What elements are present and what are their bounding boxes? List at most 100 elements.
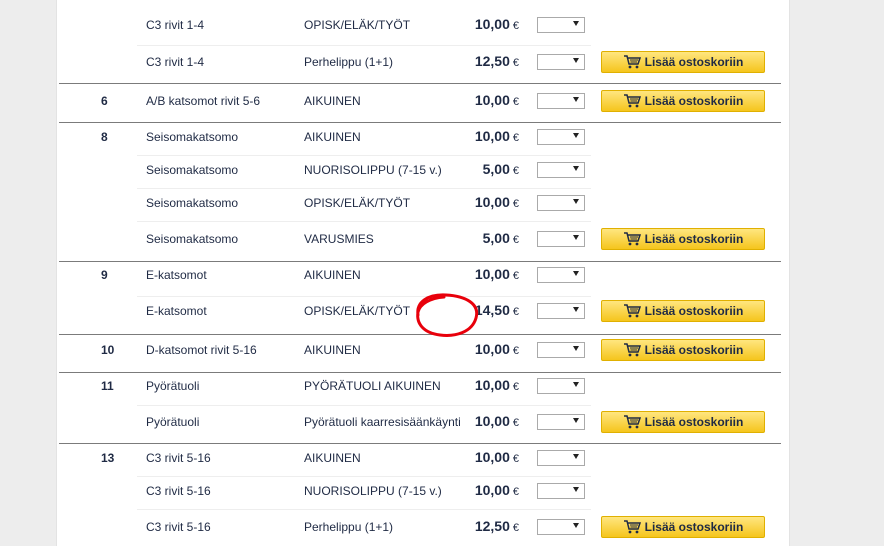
add-to-cart-button[interactable]: Lisää ostoskoriin: [601, 228, 765, 250]
ticket-type: AIKUINEN: [304, 130, 361, 144]
ticket-price: 10,00 €: [475, 194, 519, 212]
ticket-price: 10,00 €: [475, 377, 519, 395]
price-value: 10,00: [474, 413, 510, 429]
price-value: 5,00: [482, 230, 510, 246]
quantity-select[interactable]: [537, 17, 585, 33]
ticket-type: NUORISOLIPPU (7-15 v.): [304, 484, 442, 498]
add-to-cart-label: Lisää ostoskoriin: [644, 520, 744, 534]
section-number: 9: [101, 268, 108, 282]
section-name: Seisomakatsomo: [146, 163, 239, 177]
currency-symbol: €: [512, 486, 519, 498]
chevron-down-icon: [573, 271, 579, 276]
quantity-select[interactable]: [537, 231, 585, 247]
cart-icon: [623, 94, 645, 108]
chevron-down-icon: [573, 454, 579, 459]
price-value: 10,00: [474, 194, 510, 210]
quantity-select[interactable]: [537, 414, 585, 430]
group-divider: [59, 261, 781, 262]
chevron-down-icon: [573, 346, 579, 351]
quantity-select[interactable]: [537, 54, 585, 70]
quantity-select[interactable]: [537, 450, 585, 466]
section-number: 11: [101, 379, 114, 393]
price-value: 10,00: [474, 482, 510, 498]
quantity-select[interactable]: [537, 162, 585, 178]
quantity-select[interactable]: [537, 267, 585, 283]
quantity-select[interactable]: [537, 129, 585, 145]
add-to-cart-label: Lisää ostoskoriin: [644, 55, 744, 69]
currency-symbol: €: [512, 270, 519, 282]
price-value: 5,00: [482, 161, 510, 177]
section-name: E-katsomot: [146, 268, 207, 282]
add-to-cart-button[interactable]: Lisää ostoskoriin: [601, 51, 765, 73]
ticket-price: 10,00 €: [475, 92, 519, 110]
ticket-type: PYÖRÄTUOLI AIKUINEN: [304, 379, 441, 393]
section-name: C3 rivit 5-16: [146, 520, 211, 534]
currency-symbol: €: [512, 306, 519, 318]
add-to-cart-button[interactable]: Lisää ostoskoriin: [601, 411, 765, 433]
group-divider: [59, 83, 781, 84]
chevron-down-icon: [573, 58, 579, 63]
ticket-price: 10,00 €: [475, 16, 519, 34]
ticket-price: 12,50 €: [475, 53, 519, 71]
section-name: Pyörätuoli: [146, 415, 200, 429]
quantity-select[interactable]: [537, 342, 585, 358]
add-to-cart-button[interactable]: Lisää ostoskoriin: [601, 339, 765, 361]
row-divider: [137, 405, 591, 406]
section-number: 6: [101, 94, 108, 108]
chevron-down-icon: [573, 382, 579, 387]
ticket-type: AIKUINEN: [304, 268, 361, 282]
quantity-select[interactable]: [537, 519, 585, 535]
row-divider: [137, 188, 591, 189]
cart-icon: [623, 55, 645, 69]
quantity-select[interactable]: [537, 93, 585, 109]
group-divider: [59, 122, 781, 123]
chevron-down-icon: [573, 166, 579, 171]
cart-icon: [623, 232, 645, 246]
price-value: 12,50: [474, 53, 510, 69]
cart-icon: [623, 520, 645, 534]
chevron-down-icon: [573, 133, 579, 138]
ticket-price: 14,50 €: [475, 302, 519, 320]
price-value: 10,00: [474, 92, 510, 108]
ticket-price: 10,00 €: [475, 413, 519, 431]
add-to-cart-button[interactable]: Lisää ostoskoriin: [601, 300, 765, 322]
price-value: 10,00: [474, 266, 510, 282]
row-divider: [137, 509, 591, 510]
add-to-cart-button[interactable]: Lisää ostoskoriin: [601, 90, 765, 112]
section-name: A/B katsomot rivit 5-6: [146, 94, 261, 108]
currency-symbol: €: [512, 417, 519, 429]
add-to-cart-button[interactable]: Lisää ostoskoriin: [601, 516, 765, 538]
ticket-price: 10,00 €: [475, 341, 519, 359]
ticket-price: 10,00 €: [475, 266, 519, 284]
add-to-cart-label: Lisää ostoskoriin: [644, 94, 744, 108]
cart-icon: [623, 415, 645, 429]
chevron-down-icon: [573, 21, 579, 26]
ticket-type: VARUSMIES: [304, 232, 374, 246]
quantity-select[interactable]: [537, 303, 585, 319]
chevron-down-icon: [573, 235, 579, 240]
currency-symbol: €: [512, 453, 519, 465]
quantity-select[interactable]: [537, 378, 585, 394]
section-name: Seisomakatsomo: [146, 130, 239, 144]
cart-icon: [623, 304, 645, 318]
section-number: 8: [101, 130, 108, 144]
ticket-type: Perhelippu (1+1): [304, 520, 394, 534]
section-name: C3 rivit 5-16: [146, 484, 211, 498]
row-divider: [137, 155, 591, 156]
ticket-price-table: C3 rivit 1-4 OPISK/ELÄK/TYÖT 10,00 € C3 rivi…: [56, 0, 790, 546]
ticket-type: OPISK/ELÄK/TYÖT: [304, 304, 411, 318]
currency-symbol: €: [512, 522, 519, 534]
section-name: C3 rivit 1-4: [146, 18, 205, 32]
quantity-select[interactable]: [537, 483, 585, 499]
ticket-type: Perhelippu (1+1): [304, 55, 394, 69]
cart-icon: [623, 343, 645, 357]
ticket-type: OPISK/ELÄK/TYÖT: [304, 18, 411, 32]
add-to-cart-label: Lisää ostoskoriin: [644, 304, 744, 318]
chevron-down-icon: [573, 199, 579, 204]
price-value: 10,00: [474, 128, 510, 144]
quantity-select[interactable]: [537, 195, 585, 211]
price-value: 10,00: [474, 341, 510, 357]
ticket-type: OPISK/ELÄK/TYÖT: [304, 196, 411, 210]
section-name: D-katsomot rivit 5-16: [146, 343, 257, 357]
section-name: Seisomakatsomo: [146, 196, 239, 210]
